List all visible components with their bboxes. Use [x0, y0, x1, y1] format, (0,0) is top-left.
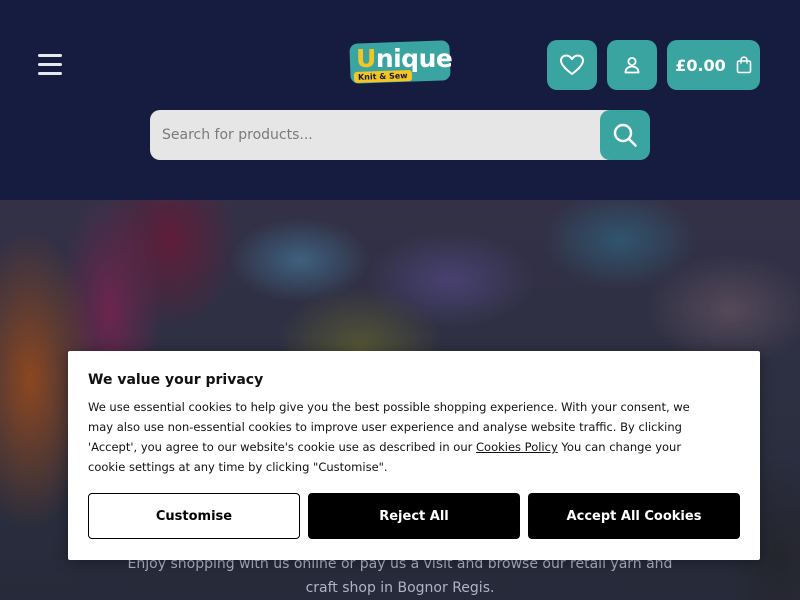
logo-subtitle: Knit & Sew — [353, 69, 412, 84]
shopping-bag-icon — [736, 56, 752, 74]
hamburger-menu-icon[interactable] — [38, 54, 62, 76]
user-icon — [624, 57, 640, 74]
reject-all-button[interactable]: Reject All — [308, 493, 520, 539]
search-button[interactable] — [600, 110, 650, 160]
product-search — [150, 110, 650, 160]
search-input[interactable] — [150, 110, 610, 160]
wishlist-button[interactable] — [547, 40, 597, 90]
account-button[interactable] — [607, 40, 657, 90]
cookie-consent-dialog: We value your privacy We use essential c… — [68, 351, 760, 560]
cookie-title: We value your privacy — [88, 372, 264, 388]
accept-all-cookies-button[interactable]: Accept All Cookies — [528, 493, 740, 539]
search-icon — [613, 123, 637, 147]
heart-icon — [560, 54, 584, 75]
cart-button[interactable]: £0.00 — [667, 40, 760, 90]
customise-button[interactable]: Customise — [88, 493, 300, 539]
site-logo[interactable]: Unique Knit & Sew — [349, 40, 453, 88]
cookies-policy-link[interactable]: Cookies Policy — [476, 440, 558, 454]
cart-total: £0.00 — [675, 55, 726, 75]
site-header: Unique Knit & Sew £0.00 — [0, 0, 800, 200]
logo-wordmark: Unique — [356, 44, 453, 73]
cookie-description: We use essential cookies to help give yo… — [88, 400, 690, 474]
